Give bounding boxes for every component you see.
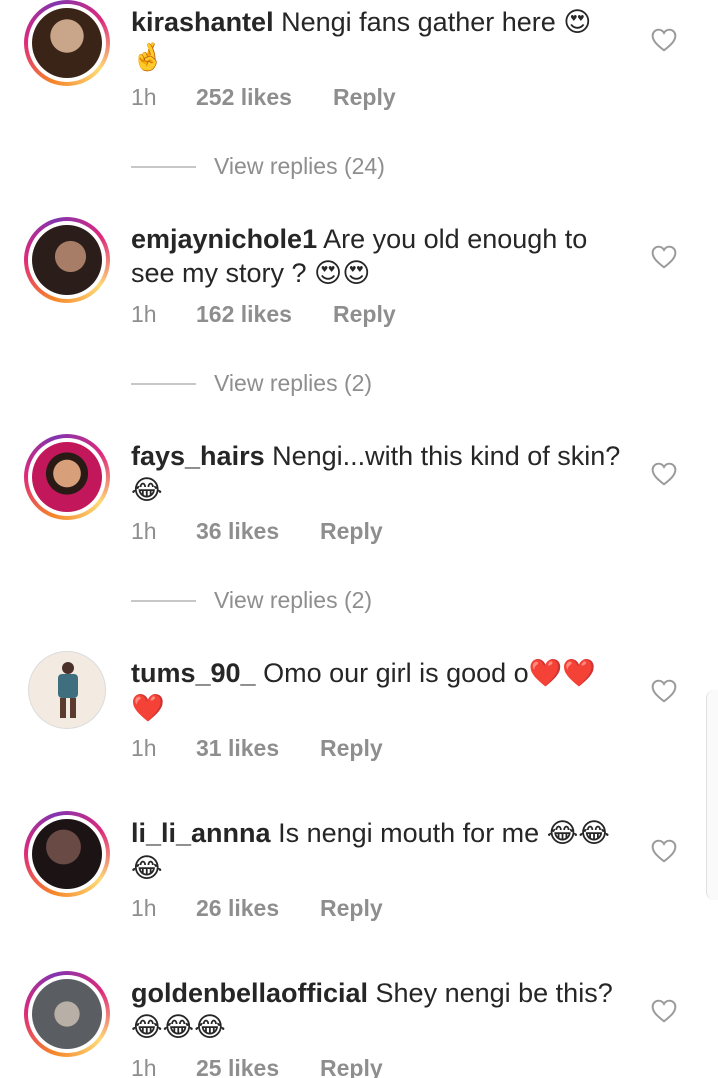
comment-meta: 1h 36 likes Reply <box>131 518 383 545</box>
comment-meta: 1h 26 likes Reply <box>131 895 383 922</box>
heart-outline-icon[interactable] <box>651 245 677 269</box>
avatar[interactable] <box>24 811 110 897</box>
comment-username[interactable]: tums_90_ <box>131 658 256 688</box>
emoji: 😂😂 <box>546 818 610 849</box>
emoji: 😂 <box>131 853 163 884</box>
view-replies-label: View replies (24) <box>214 153 385 179</box>
timestamp: 1h <box>131 895 157 921</box>
scrollbar[interactable] <box>706 690 718 900</box>
emoji: ❤️❤️ <box>528 658 596 689</box>
heart-outline-icon[interactable] <box>651 462 677 486</box>
likes-count[interactable]: 162 likes <box>196 301 333 328</box>
comment-text: kirashantel Nengi fans gather here 😍 🤞 <box>131 5 631 75</box>
comment-body: Omo our girl is good o <box>255 658 529 688</box>
view-replies-button[interactable]: View replies (2) <box>131 587 372 614</box>
likes-count[interactable]: 31 likes <box>196 735 320 762</box>
reply-button[interactable]: Reply <box>320 735 383 762</box>
view-replies-button[interactable]: View replies (2) <box>131 370 372 397</box>
heart-outline-icon[interactable] <box>651 839 677 863</box>
avatar[interactable] <box>24 0 110 86</box>
comment-body: see my story ? 😍😍 <box>131 258 371 288</box>
likes-count[interactable]: 252 likes <box>196 84 333 111</box>
reply-button[interactable]: Reply <box>333 301 396 328</box>
view-replies-label: View replies (2) <box>214 587 373 613</box>
comment-text: emjaynichole1 Are you old enough to see … <box>131 222 631 290</box>
emoji: 😍 <box>563 7 592 38</box>
timestamp: 1h <box>131 1055 157 1078</box>
emoji: ❤️ <box>131 693 165 724</box>
comment-username[interactable]: emjaynichole1 <box>131 224 317 254</box>
comment-text: goldenbellaofficial Shey nengi be this? … <box>131 976 631 1045</box>
emoji: 🤞 <box>131 42 165 73</box>
reply-button[interactable]: Reply <box>320 895 383 922</box>
divider <box>131 165 196 168</box>
comment-username[interactable]: goldenbellaofficial <box>131 978 368 1008</box>
comment-text: li_li_annna Is nengi mouth for me 😂😂 😂 <box>131 816 631 886</box>
avatar[interactable] <box>24 217 110 303</box>
comment-text: tums_90_ Omo our girl is good o❤️❤️ ❤️ <box>131 656 631 726</box>
comment-username[interactable]: li_li_annna <box>131 818 271 848</box>
avatar[interactable] <box>28 651 106 729</box>
heart-outline-icon[interactable] <box>651 999 677 1023</box>
comment-body: Nengi...with this kind of skin? <box>264 441 621 471</box>
comment-username[interactable]: fays_hairs <box>131 441 265 471</box>
comment-meta: 1h 25 likes Reply <box>131 1055 383 1078</box>
heart-outline-icon[interactable] <box>651 28 677 52</box>
divider <box>131 382 196 385</box>
comment-meta: 1h 162 likes Reply <box>131 301 396 328</box>
timestamp: 1h <box>131 735 157 761</box>
reply-button[interactable]: Reply <box>320 1055 383 1078</box>
comment-meta: 1h 252 likes Reply <box>131 84 396 111</box>
likes-count[interactable]: 26 likes <box>196 895 320 922</box>
reply-button[interactable]: Reply <box>333 84 396 111</box>
view-replies-label: View replies (2) <box>214 370 373 396</box>
comment-meta: 1h 31 likes Reply <box>131 735 383 762</box>
likes-count[interactable]: 25 likes <box>196 1055 320 1078</box>
comment-text: fays_hairs Nengi...with this kind of ski… <box>131 439 631 508</box>
timestamp: 1h <box>131 84 157 110</box>
reply-button[interactable]: Reply <box>320 518 383 545</box>
timestamp: 1h <box>131 518 157 544</box>
heart-outline-icon[interactable] <box>651 679 677 703</box>
comment-username[interactable]: kirashantel <box>131 7 274 37</box>
emoji: 😂 <box>131 475 163 506</box>
divider <box>131 599 196 602</box>
comment-body: Is nengi mouth for me <box>270 818 547 848</box>
emoji: 😂😂😂 <box>131 1012 226 1043</box>
comment-body: Are you old enough to <box>317 224 588 254</box>
comment-body: Shey nengi be this? <box>368 978 613 1008</box>
view-replies-button[interactable]: View replies (24) <box>131 153 385 180</box>
avatar[interactable] <box>24 434 110 520</box>
comment-body: Nengi fans gather here <box>273 7 564 37</box>
timestamp: 1h <box>131 301 157 327</box>
likes-count[interactable]: 36 likes <box>196 518 320 545</box>
avatar[interactable] <box>24 971 110 1057</box>
